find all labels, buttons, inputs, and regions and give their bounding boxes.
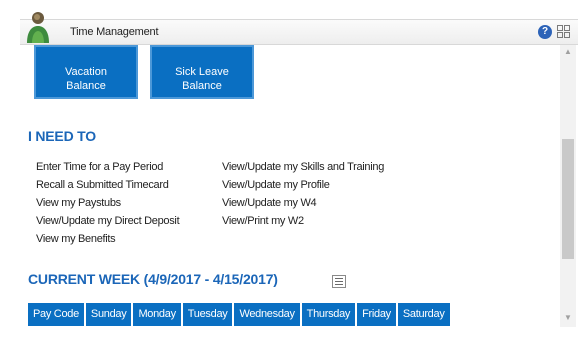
person-icon xyxy=(27,12,49,43)
link-update-profile[interactable]: View/Update my Profile xyxy=(222,176,384,194)
tile-view-icon[interactable] xyxy=(557,25,570,38)
link-recall-timecard[interactable]: Recall a Submitted Timecard xyxy=(36,176,179,194)
link-view-paystubs[interactable]: View my Paystubs xyxy=(36,194,179,212)
column-sunday: Sunday xyxy=(85,303,132,326)
scroll-down-arrow-icon[interactable]: ▼ xyxy=(564,313,572,322)
column-saturday: Saturday xyxy=(397,303,450,326)
link-update-w4[interactable]: View/Update my W4 xyxy=(222,194,384,212)
window-title: Time Management xyxy=(70,26,159,38)
column-tuesday: Tuesday xyxy=(182,303,233,326)
link-skills-training[interactable]: View/Update my Skills and Training xyxy=(222,158,384,176)
i-need-to-heading: I NEED TO xyxy=(28,128,96,144)
window-titlebar: Time Management ? - xyxy=(20,12,578,45)
help-icon[interactable]: ? xyxy=(538,25,552,39)
time-management-window: Time Management ? - Vacation Balance Sic… xyxy=(0,0,578,337)
column-friday: Friday xyxy=(357,303,396,326)
sick-leave-balance-button[interactable]: Sick Leave Balance xyxy=(150,45,254,99)
link-print-w2[interactable]: View/Print my W2 xyxy=(222,212,384,230)
current-week-table-header: Pay Code Sunday Monday Tuesday Wednesday… xyxy=(28,303,452,326)
i-need-to-right-links: View/Update my Skills and Training View/… xyxy=(222,158,384,230)
portal-content: Vacation Balance Sick Leave Balance I NE… xyxy=(28,45,560,335)
link-direct-deposit[interactable]: View/Update my Direct Deposit xyxy=(36,212,180,230)
calendar-list-icon[interactable] xyxy=(332,275,346,288)
current-week-heading: CURRENT WEEK (4/9/2017 - 4/15/2017) xyxy=(28,271,278,287)
column-monday: Monday xyxy=(133,303,181,326)
scrollbar-thumb[interactable] xyxy=(562,139,574,259)
column-wednesday: Wednesday xyxy=(234,303,300,326)
sick-button-line-2: Balance xyxy=(182,80,222,92)
vacation-button-line-1: Vacation xyxy=(65,66,107,78)
sick-button-line-1: Sick Leave xyxy=(175,66,229,78)
column-thursday: Thursday xyxy=(301,303,356,326)
vertical-scrollbar[interactable]: ▲ ▼ xyxy=(560,45,576,327)
scroll-up-arrow-icon[interactable]: ▲ xyxy=(564,47,572,56)
column-pay-code: Pay Code xyxy=(28,303,84,326)
vacation-balance-button[interactable]: Vacation Balance xyxy=(34,45,138,99)
link-enter-time[interactable]: Enter Time for a Pay Period xyxy=(36,158,179,176)
i-need-to-left-links: Enter Time for a Pay Period Recall a Sub… xyxy=(36,158,180,248)
vacation-button-line-2: Balance xyxy=(66,80,106,92)
link-view-benefits[interactable]: View my Benefits xyxy=(36,230,179,248)
